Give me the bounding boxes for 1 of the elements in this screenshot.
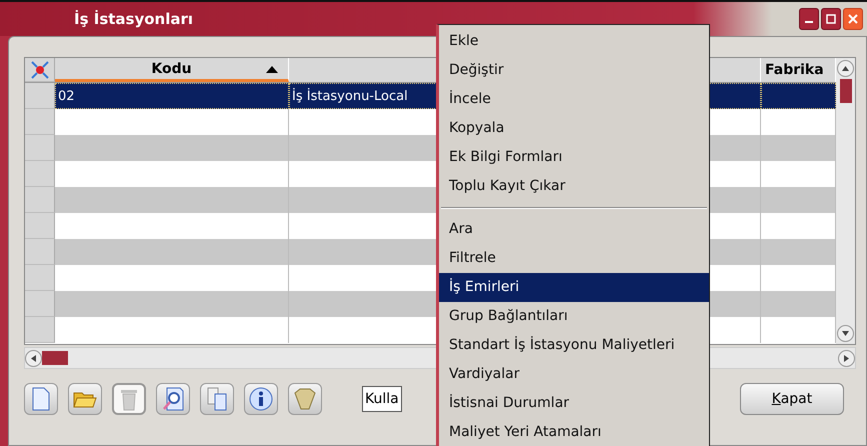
window-title: İş İstasyonları [74, 10, 194, 28]
